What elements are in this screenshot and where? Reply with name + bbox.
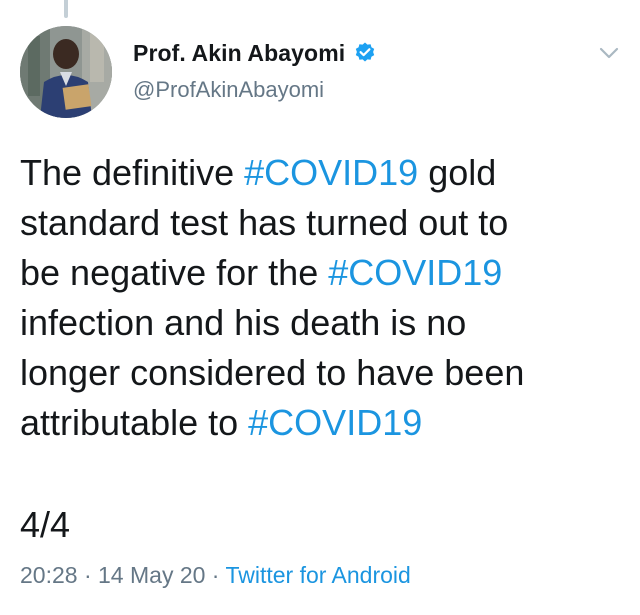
author-handle[interactable]: @ProfAkinAbayomi — [133, 77, 570, 103]
tweet-text: The definitive #COVID19 gold standard te… — [20, 148, 620, 448]
hashtag-link[interactable]: #COVID19 — [248, 402, 422, 443]
tweet-author[interactable]: Prof. Akin Abayomi @ProfAkinAbayomi — [133, 37, 570, 103]
hashtag-link[interactable]: #COVID19 — [328, 252, 502, 293]
tweet-source-link[interactable]: Twitter for Android — [225, 562, 410, 588]
author-display-name[interactable]: Prof. Akin Abayomi — [133, 40, 345, 67]
meta-separator: · — [205, 562, 226, 588]
tweet-line: standard test has turned out to — [20, 198, 620, 248]
tweet-date[interactable]: 14 May 20 — [98, 562, 205, 588]
tweet-line: be negative for the #COVID19 — [20, 248, 620, 298]
tweet-metadata: 20:28 · 14 May 20 · Twitter for Android — [20, 562, 411, 589]
chevron-down-icon[interactable] — [596, 40, 622, 66]
tweet-text-segment: infection and his death is no — [20, 302, 467, 343]
tweet-text-segment: attributable to — [20, 402, 249, 443]
author-name-row: Prof. Akin Abayomi — [133, 37, 570, 69]
verified-badge-icon — [353, 41, 377, 65]
tweet-line: longer considered to have been — [20, 348, 620, 398]
thread-counter: 4/4 — [20, 504, 71, 545]
tweet-time[interactable]: 20:28 — [20, 562, 78, 588]
avatar[interactable] — [20, 26, 112, 118]
tweet-text-segment: The definitive — [20, 152, 245, 193]
tweet-text-segment: be negative for the — [20, 252, 329, 293]
avatar-image — [20, 26, 112, 118]
hashtag-link[interactable]: #COVID19 — [244, 152, 418, 193]
meta-separator: · — [77, 562, 99, 588]
tweet-text-segment: gold — [418, 152, 497, 193]
thread-connector-line — [64, 0, 68, 18]
tweet-text-segment: standard test has turned out to — [20, 202, 509, 243]
tweet-line: infection and his death is no — [20, 298, 620, 348]
tweet-line: The definitive #COVID19 gold — [20, 148, 620, 198]
tweet-line: attributable to #COVID19 — [20, 398, 620, 448]
tweet-text-segment: longer considered to have been — [20, 352, 525, 393]
